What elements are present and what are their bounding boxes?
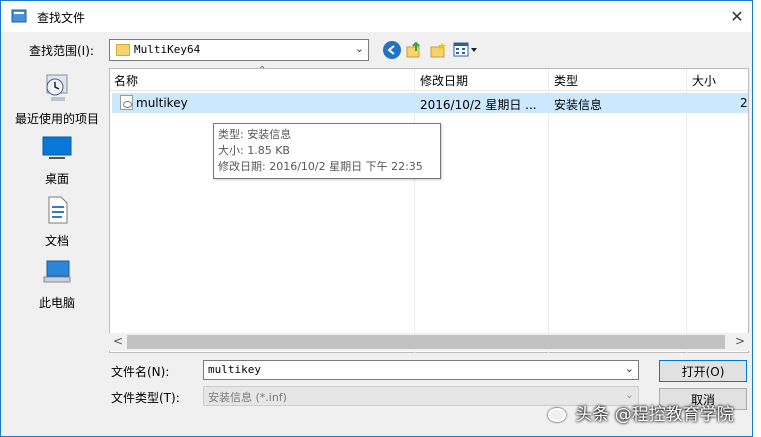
view-grid-icon (453, 42, 477, 57)
new-folder-button[interactable] (429, 41, 447, 59)
place-documents-label: 文档 (44, 234, 69, 248)
chevron-down-icon[interactable]: ⌄ (625, 362, 634, 375)
new-folder-icon (430, 42, 446, 58)
open-button[interactable]: 打开(O) (659, 360, 747, 382)
scrollbar-thumb[interactable] (127, 335, 725, 349)
desktop-icon (42, 136, 72, 159)
filetype-label: 文件类型(T): (111, 391, 180, 405)
find-file-dialog: 查找文件 ✕ 查找范围(I): MultiKey64 ⌄ 最近使用的项目 桌面 … (0, 0, 753, 437)
column-modified[interactable]: 修改日期 (420, 72, 468, 89)
filename-label: 文件名(N): (111, 365, 170, 379)
row-name: multikey (136, 96, 188, 110)
back-button[interactable] (383, 41, 401, 59)
place-desktop[interactable]: 桌面 (9, 135, 105, 187)
sort-ascending-icon: ⌃ (258, 65, 267, 76)
file-info-tooltip: 类型: 安装信息 大小: 1.85 KB 修改日期: 2016/10/2 星期日… (213, 123, 441, 179)
row-modified: 2016/10/2 星期日 ... (420, 98, 537, 112)
tooltip-date: 修改日期: 2016/10/2 星期日 下午 22:35 (218, 160, 423, 173)
tooltip-size: 大小: 1.85 KB (218, 144, 290, 157)
look-in-value: MultiKey64 (134, 43, 201, 56)
view-menu-button[interactable] (453, 41, 479, 59)
this-pc-icon (43, 260, 71, 283)
up-folder-icon (406, 41, 420, 58)
close-button[interactable]: ✕ (722, 1, 752, 32)
watermark: 头条 @程控教育学院 (548, 400, 758, 430)
wechat-icon (548, 408, 566, 422)
filetype-value: 安装信息 (*.inf) (208, 391, 287, 404)
row-size: 2 (740, 96, 748, 110)
place-desktop-label: 桌面 (44, 172, 69, 186)
scroll-right-icon[interactable]: > (735, 334, 745, 348)
back-arrow-icon (387, 45, 395, 55)
window-title: 查找文件 (37, 11, 86, 25)
chevron-down-icon[interactable]: ⌄ (355, 42, 364, 55)
place-documents[interactable]: 文档 (9, 195, 105, 249)
documents-icon (48, 196, 68, 224)
filename-value: multikey (208, 363, 261, 376)
place-recent-label: 最近使用的项目 (14, 112, 99, 126)
folder-icon (116, 44, 130, 56)
place-recent[interactable]: 最近使用的项目 (9, 73, 105, 127)
up-folder-button[interactable] (405, 41, 423, 59)
column-size[interactable]: 大小 (692, 72, 716, 89)
look-in-label: 查找范围(I): (29, 44, 94, 58)
row-type: 安装信息 (554, 98, 603, 112)
title-bar: 查找文件 ✕ (1, 1, 752, 32)
scroll-left-icon[interactable]: < (113, 334, 123, 348)
look-in-combo[interactable]: MultiKey64 ⌄ (109, 39, 369, 61)
place-this-pc[interactable]: 此电脑 (9, 257, 105, 311)
column-type[interactable]: 类型 (554, 72, 578, 89)
horizontal-scrollbar[interactable]: < > (109, 333, 749, 351)
column-header-bar: ⌃ 名称 修改日期 类型 大小 (110, 65, 748, 91)
setup-info-file-icon (120, 95, 133, 110)
column-name[interactable]: 名称 (114, 72, 138, 89)
places-bar: 最近使用的项目 桌面 文档 此电脑 (9, 69, 105, 431)
file-list[interactable]: ⌃ 名称 修改日期 类型 大小 multikey 2016/10/2 星期日 .… (109, 65, 749, 354)
table-row[interactable]: multikey 2016/10/2 星期日 ... 安装信息 2 (112, 93, 748, 113)
watermark-text: 头条 @程控教育学院 (575, 405, 734, 425)
filename-input[interactable]: multikey ⌄ (203, 360, 639, 380)
app-icon (11, 9, 27, 23)
recent-places-icon (46, 74, 68, 101)
tooltip-type: 类型: 安装信息 (218, 128, 292, 141)
close-icon: ✕ (730, 7, 744, 26)
place-this-pc-label: 此电脑 (38, 296, 75, 310)
